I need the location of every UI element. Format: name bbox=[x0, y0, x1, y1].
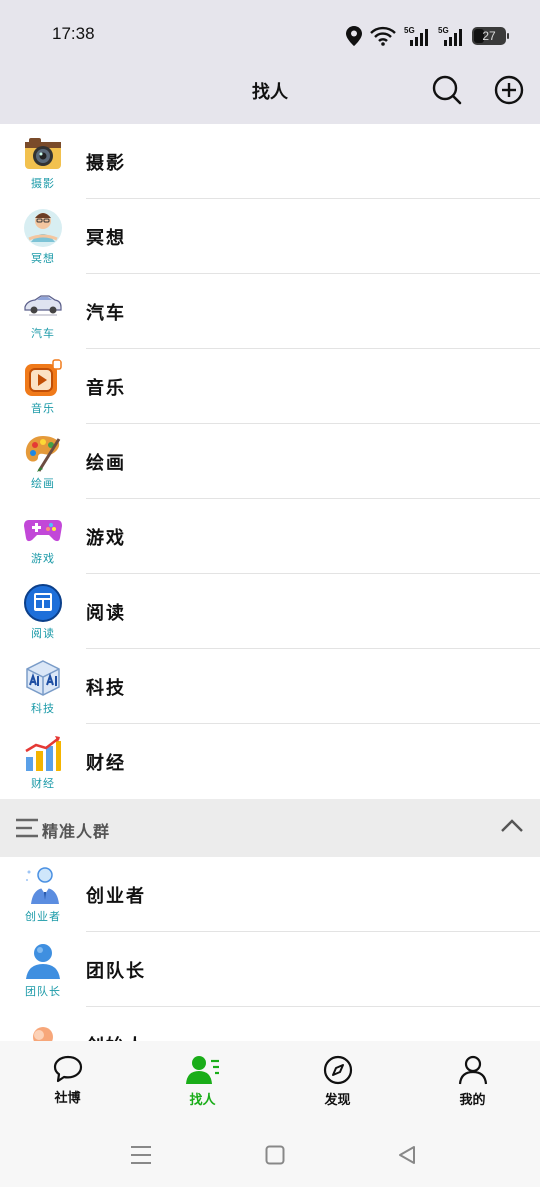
music-icon bbox=[23, 358, 63, 398]
system-nav-bar bbox=[0, 1123, 540, 1187]
meditation-icon bbox=[23, 208, 63, 248]
top-bar: 17:38 5G 5G 27 找人 bbox=[0, 0, 540, 124]
icon-label: 游戏 bbox=[31, 551, 55, 565]
list-item-finance[interactable]: 财经 财经 bbox=[0, 724, 540, 799]
icon-label: 阅读 bbox=[31, 626, 55, 640]
icon-label: 汽车 bbox=[31, 326, 55, 340]
list-item-title: 科技 bbox=[86, 677, 126, 699]
wifi-icon bbox=[370, 26, 396, 46]
list-item-meditation[interactable]: 冥想 冥想 bbox=[0, 199, 540, 274]
add-button[interactable] bbox=[493, 74, 525, 106]
finance-chart-icon bbox=[23, 733, 63, 773]
battery-level: 27 bbox=[482, 29, 496, 43]
search-icon bbox=[432, 75, 462, 105]
list-item-title: 团队长 bbox=[86, 960, 146, 982]
nav-label: 社博 bbox=[54, 1091, 81, 1106]
list-item-title: 游戏 bbox=[86, 527, 126, 549]
svg-text:5G: 5G bbox=[438, 26, 449, 35]
back-button[interactable] bbox=[395, 1143, 419, 1167]
compass-icon bbox=[323, 1055, 352, 1085]
icon-label: 音乐 bbox=[31, 401, 55, 415]
list-item-title: 绘画 bbox=[86, 452, 126, 474]
bottom-nav: 社博 找人 发现 我的 bbox=[0, 1041, 540, 1123]
list-item-title: 冥想 bbox=[86, 227, 126, 249]
icon-label: 团队长 bbox=[25, 984, 61, 998]
nav-label: 发现 bbox=[324, 1093, 351, 1108]
section-header-precise-audience[interactable]: 精准人群 bbox=[0, 799, 540, 857]
nav-item-discover[interactable]: 发现 bbox=[270, 1041, 405, 1123]
menu-lines-icon bbox=[131, 1146, 151, 1164]
list-item-title: 摄影 bbox=[86, 152, 126, 174]
list-item-photography[interactable]: 摄影 摄影 bbox=[0, 124, 540, 199]
list-item-title: 财经 bbox=[86, 752, 126, 774]
list-item-painting[interactable]: 绘画 绘画 bbox=[0, 424, 540, 499]
palette-icon bbox=[23, 433, 63, 473]
list-item-title: 音乐 bbox=[86, 377, 126, 399]
status-time: 17:38 bbox=[52, 24, 95, 43]
nav-label: 找人 bbox=[189, 1093, 216, 1108]
user-icon bbox=[458, 1055, 487, 1085]
nav-label: 我的 bbox=[459, 1093, 486, 1108]
reading-icon bbox=[23, 583, 63, 623]
find-people-icon bbox=[185, 1056, 219, 1084]
camera-icon bbox=[23, 133, 63, 173]
list-item-title: 阅读 bbox=[86, 602, 126, 624]
menu-icon bbox=[16, 818, 38, 838]
nav-item-me[interactable]: 我的 bbox=[405, 1041, 540, 1123]
list-item-car[interactable]: 汽车 汽车 bbox=[0, 274, 540, 349]
car-icon bbox=[23, 283, 63, 323]
list-item-title: 创业者 bbox=[86, 885, 146, 907]
nav-item-find-people[interactable]: 找人 bbox=[135, 1041, 270, 1123]
gamepad-icon bbox=[23, 508, 63, 548]
list-item-games[interactable]: 游戏 游戏 bbox=[0, 499, 540, 574]
signal-5g-icon: 5G bbox=[438, 26, 462, 46]
battery-icon: 27 bbox=[472, 27, 509, 45]
chevron-up-icon[interactable] bbox=[500, 818, 524, 834]
nav-item-social[interactable]: 社博 bbox=[0, 1041, 135, 1123]
recent-apps-button[interactable] bbox=[129, 1143, 153, 1167]
list-item-music[interactable]: 音乐 音乐 bbox=[0, 349, 540, 424]
icon-label: 绘画 bbox=[31, 476, 55, 490]
signal-5g-icon: 5G bbox=[404, 26, 428, 46]
list-item-team-leader[interactable]: 团队长 团队长 bbox=[0, 932, 540, 1007]
plus-circle-icon bbox=[494, 75, 524, 105]
chat-bubble-icon bbox=[53, 1055, 82, 1083]
people-category-list: 摄影 摄影 冥想 冥想 汽车 汽车 音乐 音乐 绘画 绘画 游戏 游戏 阅读 阅… bbox=[0, 124, 540, 1082]
triangle-back-icon bbox=[399, 1146, 415, 1164]
icon-label: 冥想 bbox=[31, 251, 55, 265]
icon-label: 科技 bbox=[31, 701, 55, 715]
section-title: 精准人群 bbox=[42, 822, 111, 841]
svg-text:5G: 5G bbox=[404, 26, 415, 35]
square-home-icon bbox=[265, 1145, 285, 1165]
team-leader-icon bbox=[23, 941, 63, 981]
home-button[interactable] bbox=[263, 1143, 287, 1167]
location-icon bbox=[346, 26, 362, 46]
ai-icon bbox=[23, 658, 63, 698]
list-item-reading[interactable]: 阅读 阅读 bbox=[0, 574, 540, 649]
icon-label: 摄影 bbox=[31, 176, 55, 190]
status-icons: 5G 5G 27 bbox=[346, 24, 509, 48]
list-item-title: 汽车 bbox=[86, 302, 126, 324]
icon-label: 创业者 bbox=[25, 909, 61, 923]
search-button[interactable] bbox=[431, 74, 463, 106]
icon-label: 财经 bbox=[31, 776, 55, 790]
entrepreneur-icon bbox=[23, 866, 63, 906]
list-item-technology[interactable]: 科技 科技 bbox=[0, 649, 540, 724]
list-item-entrepreneur[interactable]: 创业者 创业者 bbox=[0, 857, 540, 932]
